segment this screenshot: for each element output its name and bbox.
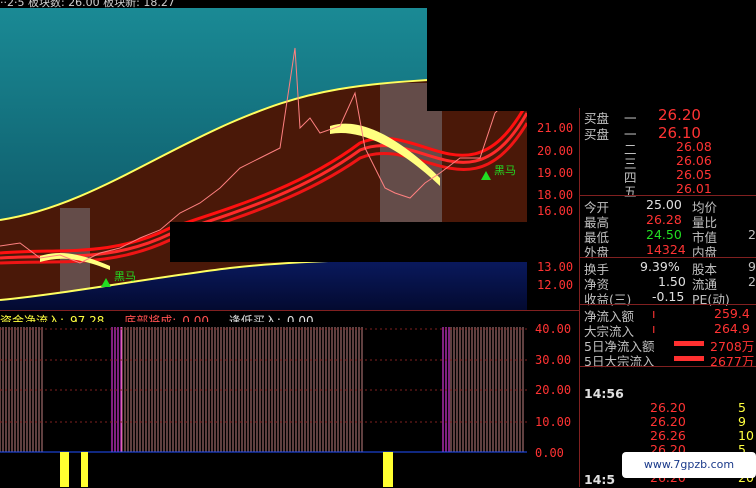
tick-volume: 9 bbox=[738, 414, 746, 429]
indicator-tick: 30.00 bbox=[535, 353, 572, 367]
tick-price: 26.20 bbox=[650, 414, 686, 429]
black-horse-label: 黑马 bbox=[494, 164, 516, 177]
occlusion-block bbox=[427, 8, 756, 111]
occlusion-block bbox=[170, 222, 530, 262]
price-tick: 12.00 bbox=[537, 278, 574, 292]
price-tick: 13.00 bbox=[537, 260, 574, 274]
signal-bar bbox=[60, 452, 69, 487]
quote-panel: 买盘 一 26.20 买盘 一 26.10 二 26.08 三 26.06 四 … bbox=[580, 106, 756, 487]
signal-bar bbox=[383, 452, 393, 487]
tick-time: 14:5 bbox=[584, 472, 616, 487]
black-horse-label: 黑马 bbox=[114, 270, 136, 283]
panel-divider bbox=[0, 310, 580, 311]
price-axis: 21.00 20.00 19.00 18.00 16.00 13.00 12.0… bbox=[527, 8, 580, 310]
price-tick: 18.00 bbox=[537, 188, 574, 202]
indicator-axis: 40.00 30.00 20.00 10.00 0.00 bbox=[527, 322, 580, 487]
price-tick: 19.00 bbox=[537, 166, 574, 180]
tick-volume: 5 bbox=[738, 400, 746, 415]
signal-bar bbox=[81, 452, 88, 487]
tick-time: 14:56 bbox=[584, 386, 624, 401]
price-tick: 20.00 bbox=[537, 144, 574, 158]
tick-price: 26.20 bbox=[650, 400, 686, 415]
site-watermark: www.7gpzb.com bbox=[622, 452, 756, 478]
indicator-tick: 40.00 bbox=[535, 322, 572, 336]
tick-price: 26.26 bbox=[650, 428, 686, 443]
indicator-tick: 10.00 bbox=[535, 415, 572, 429]
tick-volume: 10 bbox=[738, 428, 754, 443]
fund-flow-indicator-chart[interactable] bbox=[0, 322, 527, 487]
price-tick: 21.00 bbox=[537, 121, 574, 135]
top-status-line: ··2·5 板块数: 26.00 板块新: 18.27 bbox=[0, 0, 175, 9]
indicator-tick: 0.00 bbox=[535, 446, 564, 460]
price-tick: 16.00 bbox=[537, 204, 574, 218]
indicator-tick: 20.00 bbox=[535, 383, 572, 397]
